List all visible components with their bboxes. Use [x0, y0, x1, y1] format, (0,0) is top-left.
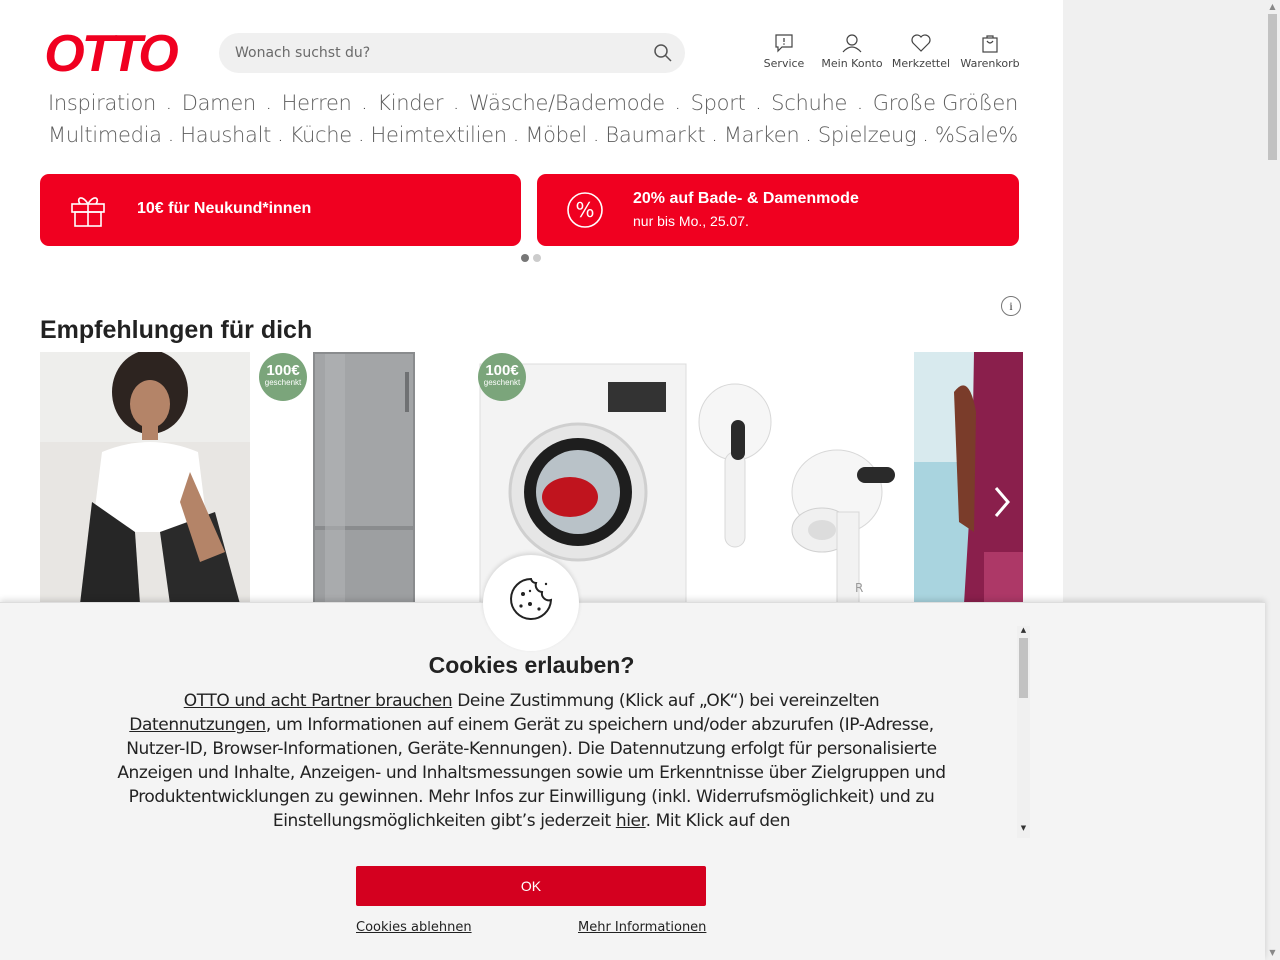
chevron-right-icon[interactable]: [990, 484, 1014, 520]
nav-item-sale[interactable]: %Sale%: [935, 123, 1018, 147]
gift-badge-washer: 100€ geschenkt: [478, 353, 526, 401]
wishlist-button[interactable]: Merkzettel: [889, 33, 953, 70]
nav-item-damen[interactable]: Damen: [182, 91, 257, 115]
nav-item-heimtextilien[interactable]: Heimtextilien: [370, 123, 507, 147]
account-label: Mein Konto: [821, 57, 883, 70]
scroll-down-icon[interactable]: ▼: [1017, 824, 1030, 832]
promo-swimwear-subtitle: nur bis Mo., 25.07.: [633, 213, 749, 229]
nav-item-baumarkt[interactable]: Baumarkt: [605, 123, 705, 147]
chat-icon: [775, 34, 793, 53]
carousel-dot-1[interactable]: [521, 254, 529, 262]
bag-icon: [982, 35, 998, 53]
cookie-icon: [510, 577, 553, 620]
badge-amount: 100€: [266, 362, 300, 379]
nav-item-haushalt[interactable]: Haushalt: [180, 123, 271, 147]
promo-new-customer-title: 10€ für Neukund*innen: [137, 200, 312, 217]
partners-link[interactable]: OTTO und acht Partner brauchen: [184, 691, 453, 711]
svg-text:OTTO: OTTO: [44, 30, 178, 76]
page-scrollbar[interactable]: ▲ ▼: [1265, 0, 1280, 960]
cookie-title: Cookies erlauben?: [428, 652, 635, 678]
product-tile-dress[interactable]: [914, 352, 1023, 604]
cookie-deny-link[interactable]: Cookies ablehnen: [356, 920, 472, 935]
beach-dress-image: [914, 352, 1023, 604]
carousel-dot-2[interactable]: [533, 254, 541, 262]
nav-item-marken[interactable]: Marken: [724, 123, 800, 147]
service-label: Service: [763, 57, 805, 70]
nav-item-spielzeug[interactable]: Spielzeug: [818, 123, 917, 147]
nav-row-2: Multimedia. Haushalt. Küche. Heimtextili…: [48, 123, 1018, 147]
nav-item-schuhe[interactable]: Schuhe: [771, 91, 847, 115]
scroll-up-icon[interactable]: ▲: [1017, 626, 1030, 634]
promo-swimwear[interactable]: % 20% auf Bade- & Damenmode nur bis Mo.,…: [537, 174, 1019, 246]
cookie-more-info-link[interactable]: Mehr Informationen: [578, 920, 706, 935]
cookie-text-part-1: Deine Zustimmung (Klick auf „OK“) bei ve…: [452, 691, 880, 711]
svg-text:%: %: [575, 198, 594, 222]
cookie-text-part-3: . Mit Klick auf den: [645, 811, 791, 831]
nav-item-sport[interactable]: Sport: [691, 91, 746, 115]
account-button[interactable]: Mein Konto: [818, 33, 886, 70]
woman-white-tshirt-image: [40, 352, 250, 604]
scrollbar-thumb[interactable]: [1268, 14, 1277, 160]
earbuds-image: R: [697, 352, 907, 604]
promo-swimwear-title: 20% auf Bade- & Damenmode: [633, 190, 859, 207]
info-icon[interactable]: i: [1001, 296, 1021, 316]
gift-badge-fridge: 100€ geschenkt: [259, 353, 307, 401]
here-link[interactable]: hier: [616, 811, 646, 831]
user-icon: [842, 34, 862, 53]
nav-item-kueche[interactable]: Küche: [290, 123, 353, 147]
cookie-text: OTTO und acht Partner brauchen Deine Zus…: [115, 689, 948, 835]
badge-text: geschenkt: [483, 378, 521, 387]
search-input[interactable]: [235, 33, 645, 73]
nav-item-grosse-groessen[interactable]: Große Größen: [873, 91, 1019, 115]
nav-item-waesche[interactable]: Wäsche/Bademode: [469, 91, 665, 115]
nav-item-moebel[interactable]: Möbel: [525, 123, 587, 147]
otto-logo[interactable]: OTTO: [40, 30, 180, 76]
heart-icon: [911, 34, 931, 52]
scroll-down-icon[interactable]: ▼: [1265, 946, 1280, 960]
cookie-ok-button[interactable]: OK: [356, 866, 706, 906]
cart-label: Warenkorb: [960, 57, 1020, 70]
service-button[interactable]: Service: [762, 33, 806, 70]
badge-text: geschenkt: [264, 378, 302, 387]
recommendations-title: Empfehlungen für dich: [40, 316, 313, 344]
product-tile-woman[interactable]: [40, 352, 250, 604]
promo-new-customer[interactable]: 10€ für Neukund*innen: [40, 174, 521, 246]
product-tile-earbuds[interactable]: R: [697, 352, 907, 604]
scroll-up-icon[interactable]: ▲: [1265, 0, 1280, 14]
gift-icon: [71, 197, 105, 227]
nav-item-herren[interactable]: Herren: [282, 91, 352, 115]
nav-item-multimedia[interactable]: Multimedia: [48, 123, 162, 147]
wishlist-label: Merkzettel: [891, 57, 951, 70]
search-icon[interactable]: [653, 43, 673, 63]
svg-text:R: R: [855, 581, 863, 595]
search-bar: [219, 33, 685, 73]
data-usage-link[interactable]: Datennutzungen: [129, 715, 266, 735]
nav-item-kinder[interactable]: Kinder: [377, 91, 443, 115]
nav-item-inspiration[interactable]: Inspiration: [48, 91, 156, 115]
nav-row-1: Inspiration. Damen. Herren. Kinder. Wäsc…: [48, 91, 1018, 115]
carousel-dots: [521, 254, 541, 262]
cart-button[interactable]: Warenkorb: [958, 33, 1022, 70]
percent-icon: %: [567, 192, 603, 228]
badge-amount: 100€: [485, 362, 519, 379]
